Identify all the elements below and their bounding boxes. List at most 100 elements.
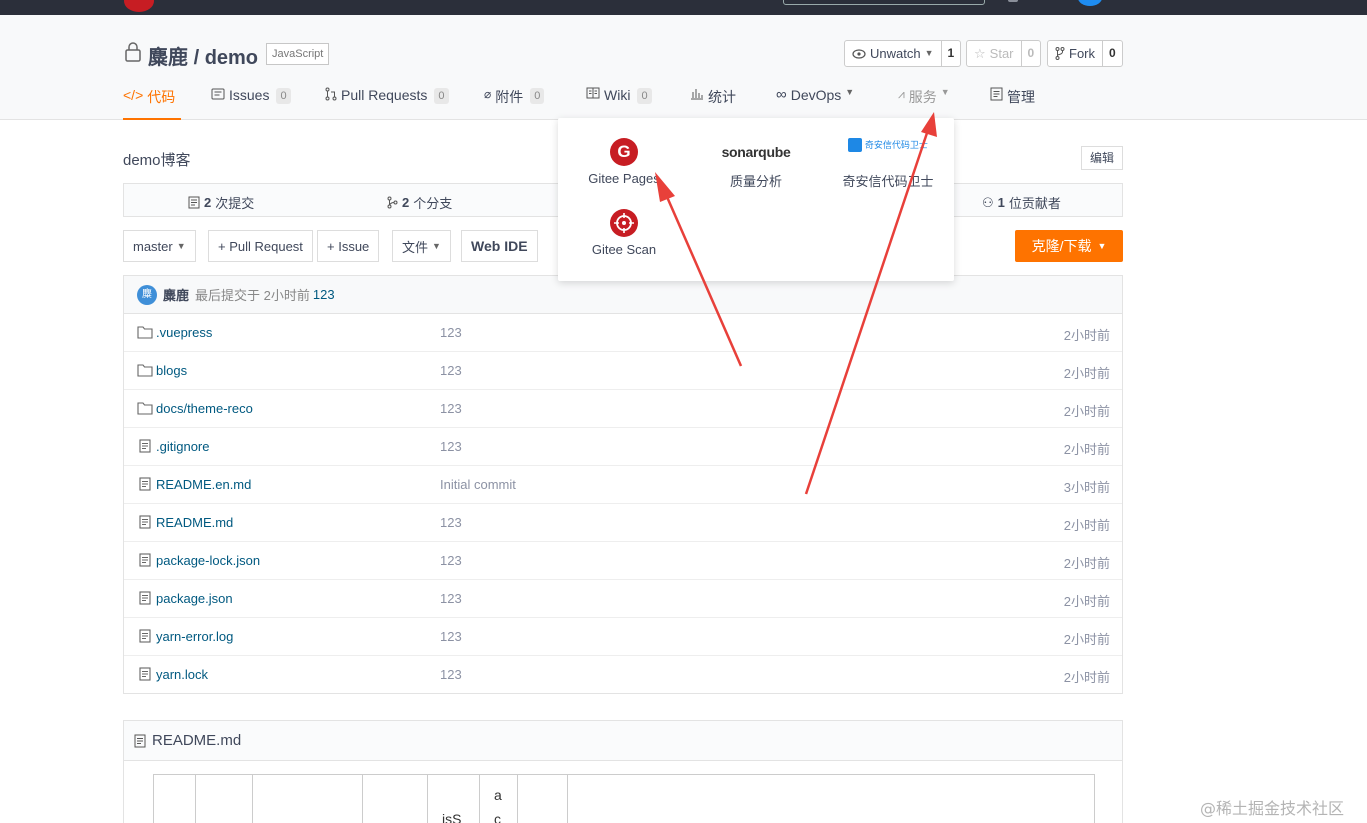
branches-stat[interactable]: 2 个分支: [387, 193, 452, 212]
file-name-link[interactable]: docs/theme-reco: [156, 401, 253, 416]
web-ide-label: Web IDE: [471, 238, 528, 254]
readme-title: README.md: [152, 732, 242, 749]
file-commit-message[interactable]: 123: [440, 363, 462, 378]
branch-select[interactable]: master ▼: [123, 230, 196, 262]
star-group: ☆ Star 0: [966, 40, 1042, 67]
tab-devops[interactable]: ∞ DevOps ▼: [776, 87, 854, 120]
file-commit-message[interactable]: 123: [440, 515, 462, 530]
unwatch-button[interactable]: Unwatch ▼: [845, 41, 941, 66]
tab-stats[interactable]: 统计: [690, 87, 736, 120]
qianxin-item[interactable]: 奇安信代码卫士 奇安信代码卫士: [822, 138, 954, 190]
file-name-link[interactable]: yarn.lock: [156, 667, 208, 682]
commit-icon: [188, 196, 200, 209]
tab-wiki-label: Wiki: [604, 87, 631, 103]
file-commit-time: 2小时前: [1063, 594, 1110, 609]
eye-icon: [852, 48, 866, 59]
search-input[interactable]: [783, 0, 985, 5]
star-label: Star: [989, 46, 1014, 61]
tab-services[interactable]: ⩘ 服务 ▼: [898, 87, 950, 120]
table-cell-text: isS: [442, 811, 462, 823]
file-menu-button[interactable]: 文件 ▼: [392, 230, 451, 262]
tab-attachments-label: 附件: [495, 89, 524, 105]
folder-icon: [137, 326, 153, 339]
gitee-pages-item[interactable]: G Gitee Pages: [558, 138, 690, 186]
file-commit-message[interactable]: 123: [440, 439, 462, 454]
tab-pull-requests[interactable]: Pull Requests 0: [325, 87, 449, 120]
watch-count[interactable]: 1: [940, 41, 961, 66]
web-ide-button[interactable]: Web IDE: [461, 230, 538, 262]
table-row: package.json 123 2小时前: [124, 580, 1122, 618]
fork-button[interactable]: Fork: [1048, 41, 1102, 66]
table-row: README.en.md Initial commit 3小时前: [124, 466, 1122, 504]
file-name-link[interactable]: README.md: [156, 515, 233, 530]
fork-group: Fork 0: [1047, 40, 1123, 67]
file-commit-message[interactable]: 123: [440, 401, 462, 416]
commit-message-link[interactable]: 123: [313, 287, 335, 302]
star-count[interactable]: 0: [1020, 41, 1041, 66]
new-issue-button[interactable]: + Issue: [317, 230, 380, 262]
tab-wiki[interactable]: Wiki 0: [586, 87, 652, 120]
file-icon: [134, 734, 146, 747]
commit-author[interactable]: 麋鹿: [163, 285, 189, 304]
chevron-down-icon: ▼: [176, 241, 186, 251]
table-divider: [427, 775, 428, 823]
file-name-link[interactable]: blogs: [156, 363, 187, 378]
repo-name[interactable]: demo: [205, 47, 258, 69]
file-commit-message[interactable]: 123: [440, 667, 462, 682]
gitee-logo[interactable]: [124, 0, 154, 12]
branches-label: 个分支: [413, 196, 453, 211]
star-button[interactable]: ☆ Star: [967, 41, 1021, 66]
clone-download-button[interactable]: 克隆/下载 ▼: [1015, 230, 1123, 262]
tab-code[interactable]: </> 代码: [123, 87, 181, 120]
tab-manage[interactable]: 管理: [990, 87, 1035, 120]
file-icon: [139, 515, 151, 529]
table-cell-text: a: [494, 787, 502, 803]
issues-count: 0: [276, 88, 291, 104]
file-name-link[interactable]: .gitignore: [156, 439, 209, 454]
contributors-stat[interactable]: ⚇ 1 位贡献者: [982, 193, 1061, 212]
new-issue-label: + Issue: [327, 238, 370, 254]
file-commit-message[interactable]: 123: [440, 553, 462, 568]
gitee-scan-item[interactable]: Gitee Scan: [558, 209, 690, 257]
readme-panel: README.md isS a c: [123, 720, 1123, 823]
file-commit-message[interactable]: Initial commit: [440, 477, 516, 492]
file-commit-time: 2小时前: [1063, 670, 1110, 685]
last-commit-row: 麋 麋鹿 最后提交于 2小时前 123: [124, 276, 1122, 314]
unwatch-label: Unwatch: [870, 46, 921, 61]
quality-analysis-label: 质量分析: [729, 174, 782, 189]
table-row: yarn-error.log 123 2小时前: [124, 618, 1122, 656]
tab-code-label: 代码: [147, 89, 176, 105]
quality-analysis-item[interactable]: sonarqube 质量分析: [690, 138, 822, 190]
repo-header: 麋鹿 / demo JavaScript Unwatch ▼ 1 ☆ Star …: [0, 15, 1367, 120]
file-commit-message[interactable]: 123: [440, 591, 462, 606]
file-commit-message[interactable]: 123: [440, 629, 462, 644]
file-commit-message[interactable]: 123: [440, 325, 462, 340]
file-name-link[interactable]: yarn-error.log: [156, 629, 233, 644]
file-name-link[interactable]: README.en.md: [156, 477, 251, 492]
gitee-scan-label: Gitee Scan: [591, 242, 657, 257]
pull-requests-count: 0: [434, 88, 449, 104]
file-commit-time: 3小时前: [1063, 480, 1110, 495]
file-icon: [139, 477, 151, 491]
services-dropdown: G Gitee Pages sonarqube 质量分析 奇安信代码卫士 奇安信…: [558, 118, 954, 281]
fork-count[interactable]: 0: [1102, 41, 1122, 66]
file-name-link[interactable]: .vuepress: [156, 325, 212, 340]
notification-icon[interactable]: [1008, 0, 1018, 2]
repo-owner[interactable]: 麋鹿: [148, 47, 188, 69]
tab-devops-label: DevOps: [790, 87, 842, 103]
commits-label: 次提交: [215, 196, 255, 211]
language-badge[interactable]: JavaScript: [266, 43, 330, 65]
tab-attachments[interactable]: ⌀ 附件 0: [484, 87, 545, 120]
tab-issues[interactable]: Issues 0: [211, 87, 291, 120]
commits-stat[interactable]: 2 次提交: [188, 193, 254, 212]
edit-description-button[interactable]: 编辑: [1081, 146, 1123, 170]
file-name-link[interactable]: package-lock.json: [156, 553, 260, 568]
gitee-scan-icon: [610, 209, 638, 237]
branch-name: master: [133, 238, 173, 254]
tab-pull-requests-label: Pull Requests: [341, 87, 428, 103]
table-cell-text: c: [494, 811, 501, 823]
file-name-link[interactable]: package.json: [156, 591, 233, 606]
avatar[interactable]: 麋: [137, 284, 157, 305]
new-pull-request-button[interactable]: + Pull Request: [208, 230, 313, 262]
user-avatar[interactable]: [1078, 0, 1102, 6]
